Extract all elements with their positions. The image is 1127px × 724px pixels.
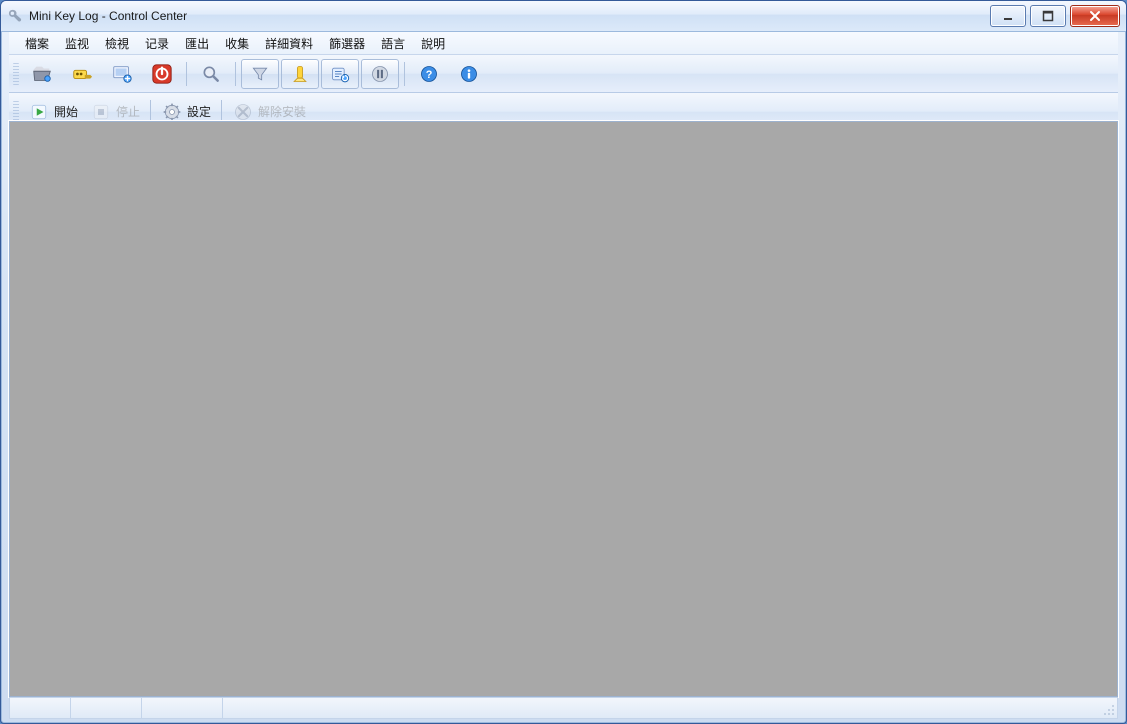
menu-export[interactable]: 匯出 xyxy=(177,32,217,54)
toolbar-grip[interactable] xyxy=(13,101,19,123)
toolbar-grip[interactable] xyxy=(13,63,19,85)
info-button[interactable] xyxy=(450,59,488,89)
statusbar xyxy=(9,697,1118,719)
menu-filter[interactable]: 篩選器 xyxy=(321,32,373,54)
menu-view[interactable]: 檢視 xyxy=(97,32,137,54)
app-icon xyxy=(7,8,23,24)
icon-toolbar: ? xyxy=(9,55,1118,93)
menu-collect[interactable]: 收集 xyxy=(217,32,257,54)
info-icon xyxy=(458,63,480,85)
content-area[interactable] xyxy=(9,121,1118,697)
toolbar-separator xyxy=(221,100,222,124)
menu-help[interactable]: 說明 xyxy=(413,32,453,54)
resize-grip[interactable] xyxy=(1101,702,1115,716)
help-button[interactable]: ? xyxy=(410,59,448,89)
search-button[interactable] xyxy=(192,59,230,89)
menu-monitor[interactable]: 监视 xyxy=(57,32,97,54)
menu-file[interactable]: 檔案 xyxy=(17,32,57,54)
close-button[interactable] xyxy=(1070,5,1120,27)
pause-button[interactable] xyxy=(361,59,399,89)
highlight-icon xyxy=(289,63,311,85)
titlebar[interactable]: Mini Key Log - Control Center xyxy=(1,1,1126,32)
uninstall-icon xyxy=(232,101,254,123)
highlight-button[interactable] xyxy=(281,59,319,89)
status-cell-2 xyxy=(71,698,142,718)
stop-label: 停止 xyxy=(116,103,140,120)
status-cell-1 xyxy=(10,698,71,718)
search-icon xyxy=(200,63,222,85)
screenshot-settings-button[interactable] xyxy=(103,59,141,89)
power-icon xyxy=(151,63,173,85)
toolbar-separator xyxy=(235,62,236,86)
toolbar-separator xyxy=(186,62,187,86)
window-controls xyxy=(990,5,1120,27)
window-title: Mini Key Log - Control Center xyxy=(29,9,990,23)
help-icon: ? xyxy=(418,63,440,85)
filter-button[interactable] xyxy=(241,59,279,89)
uninstall-label: 解除安裝 xyxy=(258,103,306,120)
minimize-button[interactable] xyxy=(990,5,1026,27)
svg-text:?: ? xyxy=(426,68,433,80)
refresh-data-button[interactable] xyxy=(321,59,359,89)
gear-icon xyxy=(161,101,183,123)
status-cell-3 xyxy=(142,698,223,718)
key-credentials-icon xyxy=(71,63,93,85)
power-button[interactable] xyxy=(143,59,181,89)
app-window: Mini Key Log - Control Center 檔案 监视 檢視 记… xyxy=(0,0,1127,724)
toolbar-separator xyxy=(150,100,151,124)
status-cell-4 xyxy=(223,698,1117,718)
maximize-button[interactable] xyxy=(1030,5,1066,27)
screenshot-settings-icon xyxy=(111,63,133,85)
stop-icon xyxy=(90,101,112,123)
play-icon xyxy=(28,101,50,123)
settings-label: 設定 xyxy=(187,103,211,120)
pause-icon xyxy=(369,63,391,85)
filter-icon xyxy=(249,63,271,85)
open-log-button[interactable] xyxy=(23,59,61,89)
start-label: 開始 xyxy=(54,103,78,120)
key-credentials-button[interactable] xyxy=(63,59,101,89)
toolbar-separator xyxy=(404,62,405,86)
refresh-data-icon xyxy=(329,63,351,85)
open-log-icon xyxy=(31,63,53,85)
menubar: 檔案 监视 檢視 记录 匯出 收集 詳細資料 篩選器 語言 說明 xyxy=(9,32,1118,55)
menu-language[interactable]: 語言 xyxy=(373,32,413,54)
menu-details[interactable]: 詳細資料 xyxy=(257,32,321,54)
menu-record[interactable]: 记录 xyxy=(137,32,177,54)
